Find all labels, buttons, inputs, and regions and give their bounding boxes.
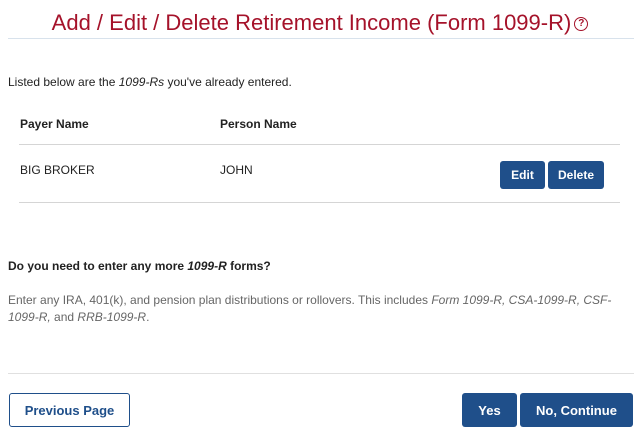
intro-text: Listed below are the 1099-Rs you've alre… — [8, 75, 292, 89]
help-text-start: Enter any IRA, 401(k), and pension plan … — [8, 293, 432, 307]
table-row-divider — [19, 202, 620, 203]
column-header-payer: Payer Name — [20, 117, 89, 131]
footer-divider — [8, 373, 634, 374]
page-header: Add / Edit / Delete Retirement Income (F… — [0, 8, 640, 38]
help-text-end: . — [146, 310, 150, 324]
payer-name-cell: BIG BROKER — [20, 163, 95, 177]
help-text-rrb: RRB-1099-R — [77, 310, 147, 324]
more-forms-question: Do you need to enter any more 1099-R for… — [8, 259, 271, 273]
intro-text-start: Listed below are the — [8, 75, 119, 89]
title-divider — [8, 38, 634, 39]
question-text-start: Do you need to enter any more — [8, 259, 188, 273]
person-name-cell: JOHN — [220, 163, 253, 177]
help-text-and: and — [50, 310, 78, 324]
help-description: Enter any IRA, 401(k), and pension plan … — [8, 292, 620, 326]
question-text-form: 1099-R — [187, 259, 227, 273]
question-text-end: forms? — [226, 259, 271, 273]
help-question-icon[interactable]: ? — [574, 17, 589, 31]
intro-text-end: you've already entered. — [164, 75, 292, 89]
intro-text-form: 1099-Rs — [118, 75, 165, 89]
yes-button[interactable]: Yes — [462, 393, 517, 427]
table-row-divider — [19, 144, 620, 145]
delete-button[interactable]: Delete — [548, 161, 604, 189]
column-header-person: Person Name — [220, 117, 297, 131]
edit-button[interactable]: Edit — [500, 161, 545, 189]
previous-page-button[interactable]: Previous Page — [9, 393, 130, 427]
no-continue-button[interactable]: No, Continue — [520, 393, 633, 427]
page-title: Add / Edit / Delete Retirement Income (F… — [51, 10, 572, 35]
